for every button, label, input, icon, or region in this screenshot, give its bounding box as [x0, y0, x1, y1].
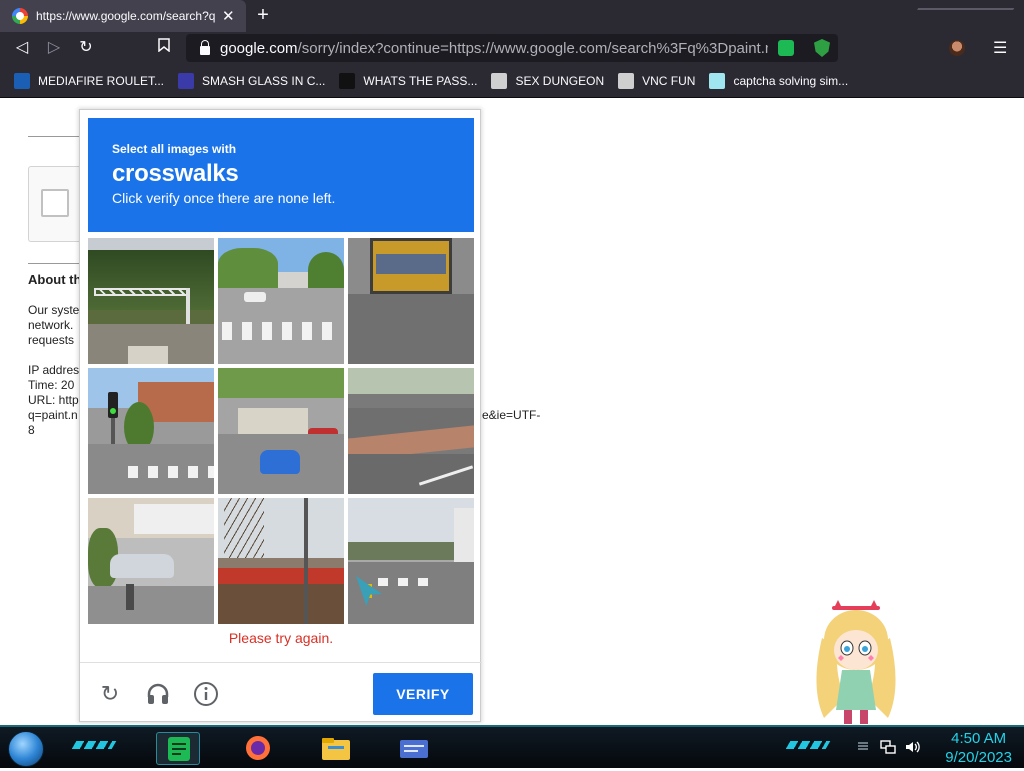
taskbar-decoration: [785, 741, 831, 749]
close-tab-icon[interactable]: ✕: [222, 7, 235, 25]
tab-bar: https://www.google.com/search?q ✕ +: [0, 0, 1024, 32]
reload-button[interactable]: ↻: [76, 38, 96, 58]
divider: [28, 263, 80, 264]
background-text-line: URL: http: [28, 393, 79, 407]
background-text-line: IP addres: [28, 363, 80, 377]
reload-challenge-icon[interactable]: ↻: [97, 681, 123, 707]
tray-arrow-icon[interactable]: [856, 739, 870, 756]
background-text-line: 8: [28, 423, 35, 437]
taskbar: 4:50 AM 9/20/2023: [0, 725, 1024, 768]
system-clock[interactable]: 4:50 AM 9/20/2023: [945, 729, 1012, 767]
navigation-toolbar: ◁ ▷ ↻ google.com/sorry/index?continue=ht…: [0, 32, 1024, 64]
taskbar-decoration: [71, 741, 117, 749]
background-text-line: requests: [28, 333, 75, 347]
background-text-line: Time: 20: [28, 378, 75, 392]
gear-icon: [491, 72, 508, 89]
desktop-character-image: [804, 598, 908, 726]
forward-button[interactable]: ▷: [44, 38, 64, 58]
box-icon: [339, 72, 356, 89]
taskbar-control-panel-icon[interactable]: [392, 732, 436, 765]
image-tile[interactable]: [348, 498, 474, 624]
google-favicon-icon: [12, 8, 28, 24]
divider: [28, 136, 80, 137]
start-button[interactable]: [8, 731, 44, 767]
back-button[interactable]: ◁: [12, 38, 32, 58]
address-bar[interactable]: google.com/sorry/index?continue=https://…: [186, 34, 838, 62]
instruction-sub: Click verify once there are none left.: [112, 190, 336, 206]
background-text-line: network.: [28, 318, 74, 332]
image-tile[interactable]: [348, 238, 474, 364]
clock-time: 4:50 AM: [951, 730, 1007, 747]
bookmarks-toolbar: MEDIAFIRE ROULET... SMASH GLASS IN C... WH…: [0, 64, 1024, 98]
window-decoration: [917, 0, 1019, 10]
browser-tab[interactable]: https://www.google.com/search?q ✕: [0, 0, 246, 32]
image-tile[interactable]: [88, 238, 214, 364]
image-tile[interactable]: [88, 498, 214, 624]
bookmark-item[interactable]: MEDIAFIRE ROULET...: [14, 72, 165, 89]
challenge-target: crosswalks: [112, 160, 239, 187]
background-text-line: Our syste: [28, 303, 80, 317]
audio-challenge-icon[interactable]: [145, 681, 171, 707]
bookmark-label: VNC FUN: [642, 73, 696, 88]
about-heading: About th: [28, 272, 80, 287]
recaptcha-challenge: Select all images with crosswalks Click …: [79, 109, 482, 722]
recaptcha-checkbox[interactable]: [41, 189, 69, 217]
bookmark-label: MEDIAFIRE ROULET...: [38, 73, 165, 88]
image-tile[interactable]: [218, 368, 344, 494]
app-menu-button[interactable]: ☰: [993, 38, 1007, 58]
profile-avatar-icon[interactable]: [949, 40, 965, 56]
bookmark-item[interactable]: VNC FUN: [618, 72, 696, 89]
bookmark-item[interactable]: WHATS THE PASS...: [339, 72, 478, 89]
url-text[interactable]: google.com/sorry/index?continue=https://…: [220, 40, 768, 57]
bookmark-page-icon[interactable]: [154, 38, 174, 58]
lock-icon[interactable]: [200, 39, 210, 55]
bookmark-item[interactable]: captcha solving sim...: [709, 72, 849, 89]
recaptcha-anchor[interactable]: [28, 166, 80, 242]
clock-date: 9/20/2023: [945, 749, 1012, 766]
new-tab-button[interactable]: +: [252, 5, 274, 27]
bookmark-item[interactable]: SMASH GLASS IN C...: [178, 72, 326, 89]
network-icon[interactable]: [880, 739, 896, 758]
challenge-header: Select all images with crosswalks Click …: [88, 118, 474, 232]
challenge-footer: ↻ VERIFY: [80, 662, 482, 722]
volume-icon[interactable]: [904, 739, 922, 758]
image-grid: [88, 238, 474, 624]
verify-button[interactable]: VERIFY: [373, 673, 473, 715]
bookmark-label: SMASH GLASS IN C...: [202, 73, 326, 88]
taskbar-firefox-icon[interactable]: [236, 732, 280, 765]
instruction-small: Select all images with: [112, 142, 237, 156]
taskbar-file-explorer-icon[interactable]: [314, 732, 358, 765]
extension-green-icon[interactable]: [778, 40, 794, 56]
bookmark-label: captcha solving sim...: [733, 73, 849, 88]
gear-icon: [618, 72, 635, 89]
background-url-fragment: e&ie=UTF-: [482, 408, 541, 422]
error-message: Please try again.: [228, 630, 334, 646]
bookmark-label: SEX DUNGEON: [515, 73, 605, 88]
mediafire-icon: [14, 72, 30, 89]
image-tile[interactable]: [218, 238, 344, 364]
background-text-line: q=paint.n: [28, 408, 78, 422]
bookmark-label: WHATS THE PASS...: [363, 73, 478, 88]
info-icon[interactable]: [193, 681, 219, 707]
a-icon: [709, 72, 726, 89]
image-tile[interactable]: [218, 498, 344, 624]
image-tile[interactable]: [348, 368, 474, 494]
image-tile[interactable]: [88, 368, 214, 494]
chevron-icon: [178, 72, 195, 89]
tab-title: https://www.google.com/search?q: [36, 9, 216, 23]
bookmark-item[interactable]: SEX DUNGEON: [491, 72, 605, 89]
taskbar-notes-app[interactable]: [156, 732, 200, 765]
